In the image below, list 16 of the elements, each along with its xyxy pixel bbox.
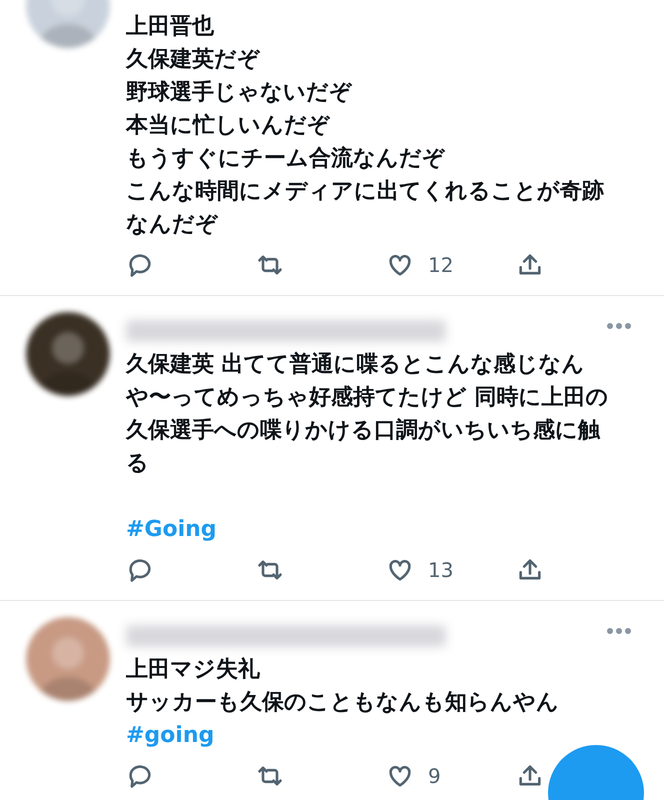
- tweet-text: もうすぐにチーム合流なんだぞ: [126, 144, 446, 173]
- more-icon[interactable]: [606, 627, 632, 635]
- tweet-text: 久保建英だぞ: [126, 46, 262, 74]
- hashtag-link[interactable]: #going: [126, 719, 214, 752]
- tweet-text: 本当に忙しいんだぞ: [126, 112, 332, 140]
- hashtag-link[interactable]: #Going: [126, 513, 217, 546]
- tweet-text: サッカーも久保のこともなんも知らんやん: [126, 689, 560, 717]
- tweet-text: 野球選手じゃないだぞ: [126, 79, 354, 107]
- more-icon[interactable]: [606, 322, 632, 330]
- tweet-text: 上田マジ失礼: [126, 656, 261, 684]
- like-count: 9: [428, 763, 441, 790]
- like-count: 12: [428, 252, 454, 279]
- tweet-text: こんな時間にメディアに出てくれることが奇跡なんだぞ: [126, 178, 605, 239]
- like-count: 13: [428, 557, 454, 584]
- tweet-text: 上田晋也: [126, 13, 215, 41]
- tweet-text: 久保建英 出てて普通に喋るとこんな感じなんや〜ってめっちゃ好感持てたけど 同時に上田の久保選手への喋りかける口調がいちいち感に触る: [126, 350, 610, 478]
